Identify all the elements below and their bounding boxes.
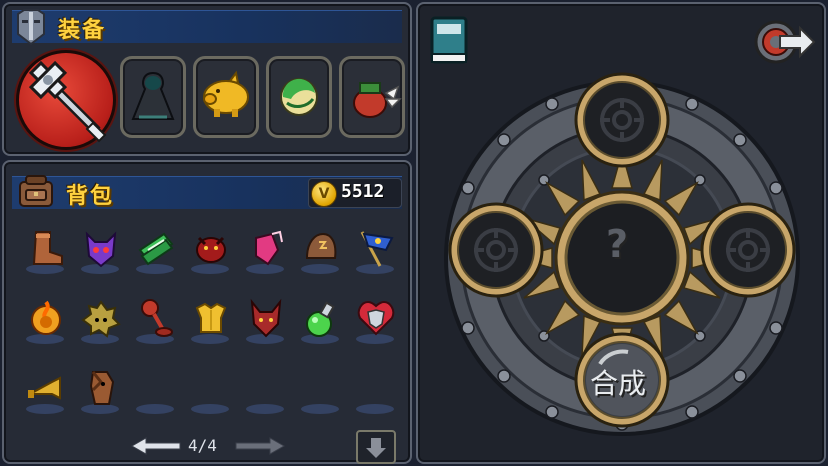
prev-page-arrow-icon[interactable] [130, 436, 182, 456]
bag-item[interactable] [26, 368, 66, 408]
cash-stack-icon [138, 232, 174, 266]
bag-item[interactable] [246, 298, 286, 338]
bag-item[interactable] [246, 228, 286, 268]
equipment-panel: 装备 [2, 2, 412, 156]
bag-item[interactable] [301, 228, 341, 268]
fire-shield-icon [31, 300, 61, 335]
center-slot-symbol[interactable]: ? [606, 222, 628, 266]
down-arrow-icon [366, 438, 386, 458]
next-page-arrow-icon[interactable] [234, 436, 286, 456]
bag-item[interactable] [81, 368, 121, 408]
page-indicator: 4/4 [188, 436, 217, 455]
equip-slot-4[interactable] [339, 56, 405, 138]
bag-item[interactable] [81, 298, 121, 338]
hammer-weapon-icon [28, 60, 107, 143]
bag-item[interactable] [136, 228, 176, 268]
bag-item[interactable] [301, 298, 341, 338]
pager: 4/4 [130, 434, 290, 458]
dark-cloak-icon [131, 71, 175, 120]
synthesize-button[interactable]: 合成 [590, 362, 646, 402]
bag-item[interactable] [356, 228, 396, 268]
sort-button[interactable] [356, 430, 396, 464]
v-coin-icon: V [311, 181, 337, 207]
boot-icon [32, 231, 63, 265]
equip-slot-3[interactable] [266, 56, 332, 138]
backpack-panel: 背包 V 5512 4/4 [2, 160, 412, 464]
plunger-icon [141, 299, 173, 337]
horse-mask-icon [89, 371, 115, 405]
horn-icon [28, 376, 61, 400]
equip-slot-2[interactable] [193, 56, 259, 138]
recipe-book-button[interactable] [430, 16, 468, 64]
bag-item[interactable] [81, 228, 121, 268]
purple-demon-mask-icon [85, 231, 117, 268]
bag-item[interactable] [26, 228, 66, 268]
exit-button[interactable] [754, 16, 816, 70]
helmet-icon [17, 9, 45, 46]
green-orb-icon [280, 78, 318, 116]
golden-pig-icon [203, 70, 249, 117]
bag-item[interactable] [356, 298, 396, 338]
heart-shield-icon [357, 300, 395, 336]
backpack-title: 背包 [66, 184, 115, 209]
currency-display: V 5512 [308, 178, 402, 208]
rune-stone-icon [305, 232, 337, 259]
green-potion-icon [306, 301, 335, 337]
pink-gauntlet-icon [255, 230, 283, 266]
synthesis-panel: ? 合成 [416, 2, 826, 464]
bag-item[interactable] [191, 228, 231, 268]
bag-item[interactable] [136, 298, 176, 338]
bag-item[interactable] [26, 298, 66, 338]
recipe-book-icon [430, 16, 468, 64]
equip-slot-1[interactable] [120, 56, 186, 138]
backpack-icon [19, 175, 53, 207]
red-beetle-icon [196, 236, 226, 263]
equipment-title: 装备 [58, 18, 107, 43]
spiky-beast-icon [81, 300, 121, 338]
weapon-slot-selected[interactable] [16, 50, 116, 150]
exit-arrow-icon [754, 20, 816, 64]
bag-item[interactable] [191, 298, 231, 338]
currency-value: 5512 [341, 181, 385, 202]
blue-flag-icon [360, 231, 394, 267]
red-wolf-icon [250, 298, 282, 338]
gold-armor-icon [195, 302, 227, 333]
winged-pot-icon [353, 82, 402, 118]
